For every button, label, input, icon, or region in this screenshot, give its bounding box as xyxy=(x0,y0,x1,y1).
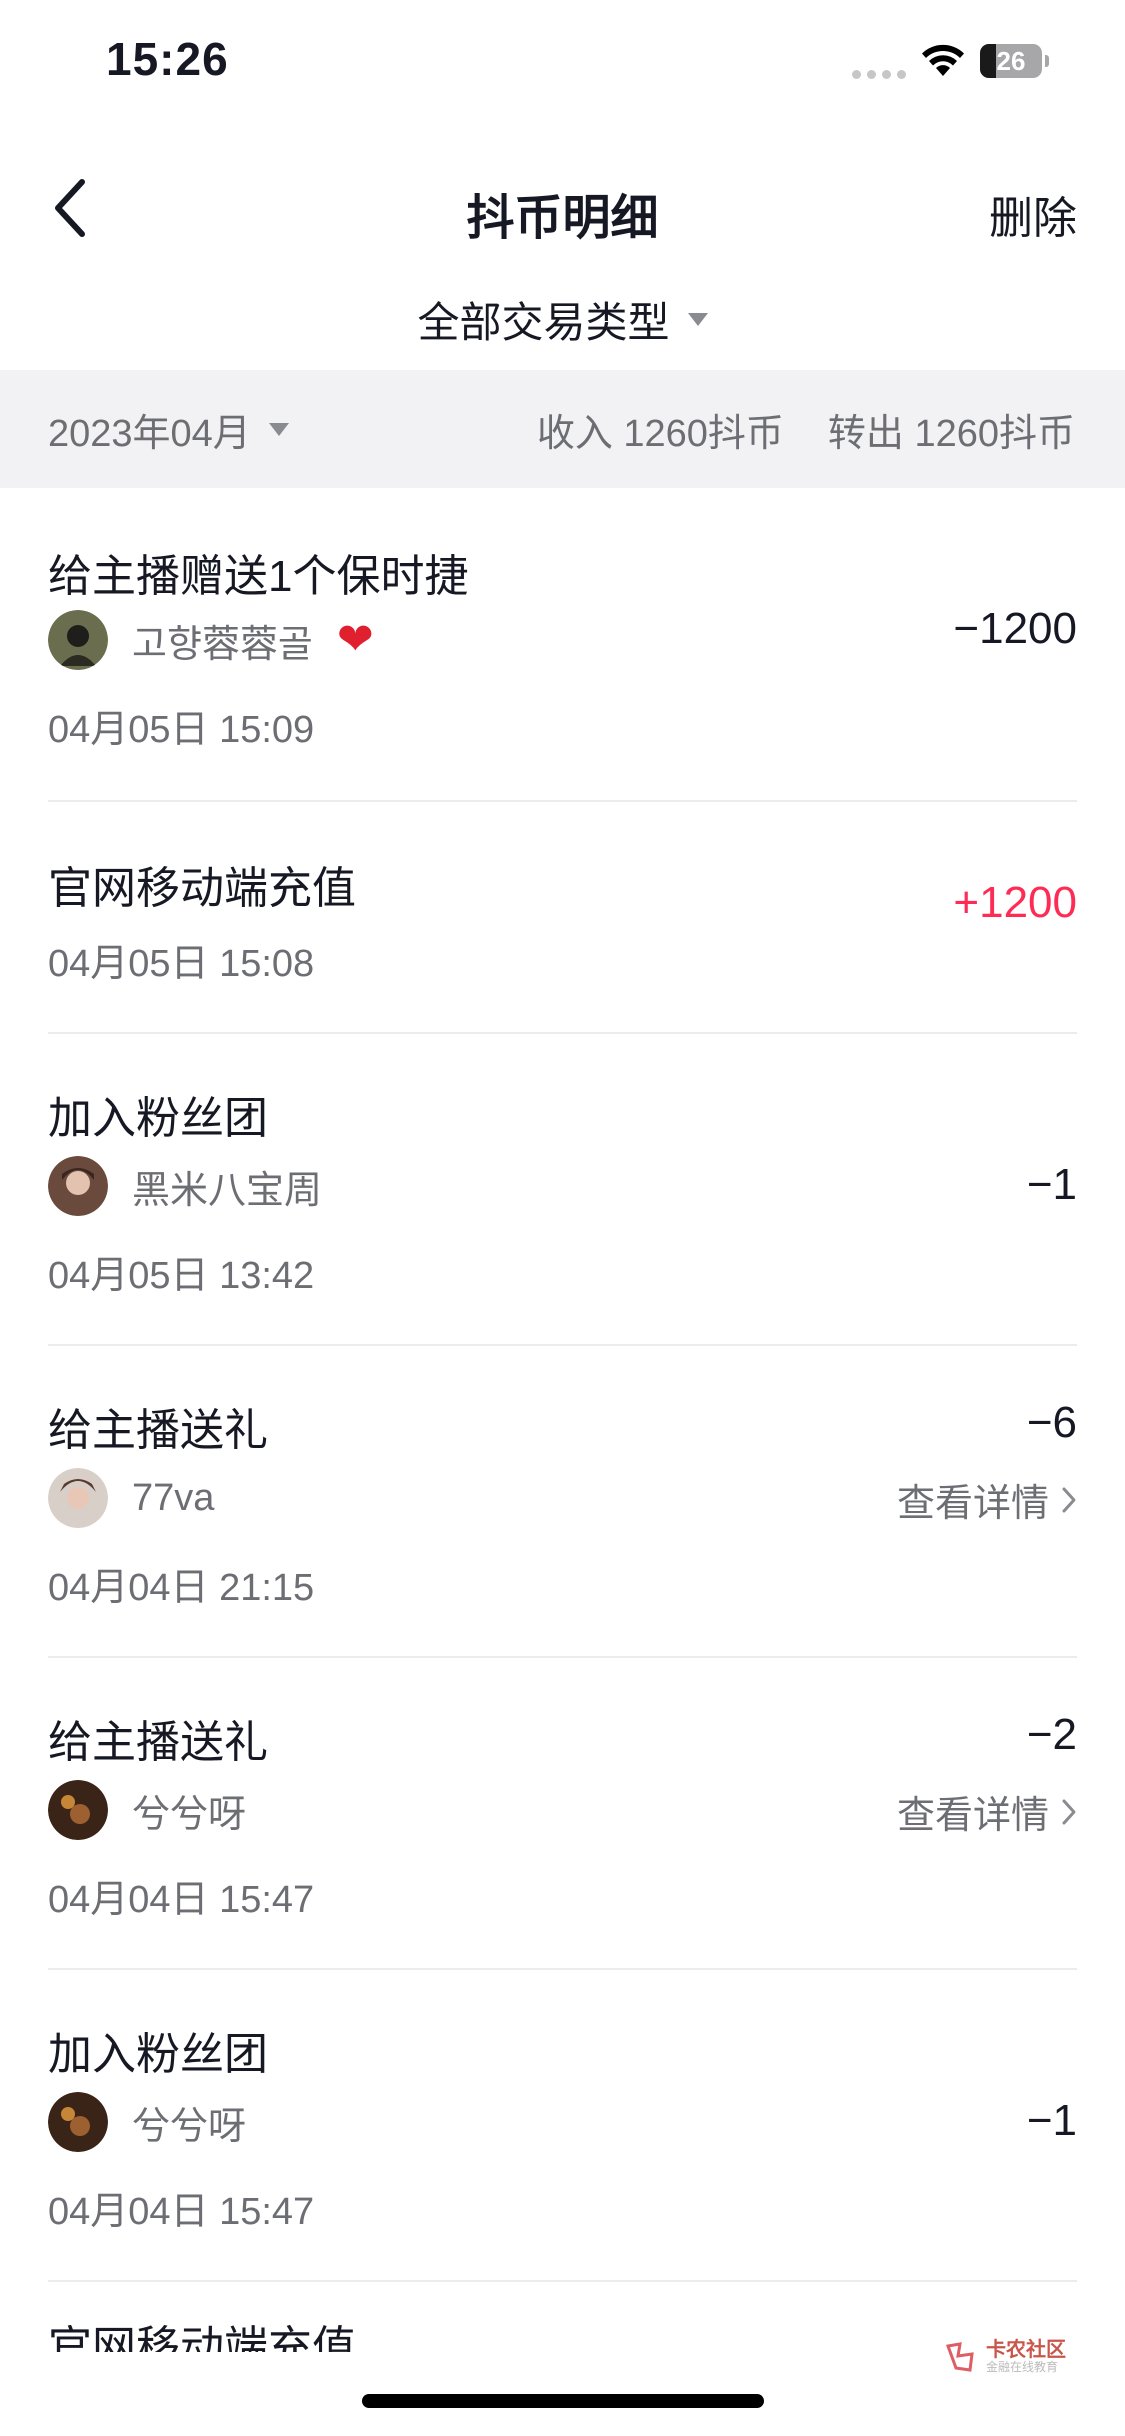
delete-button[interactable]: 删除 xyxy=(989,182,1077,246)
home-indicator[interactable] xyxy=(362,2394,764,2408)
transaction-title: 加入粉丝团 xyxy=(48,2030,268,2079)
avatar xyxy=(48,1780,108,1840)
view-details-link[interactable]: 查看详情 xyxy=(897,1784,1077,1839)
heart-icon: ❤ xyxy=(336,615,374,664)
transaction-amount: −2 xyxy=(1026,1710,1077,1759)
filter-label: 全部交易类型 xyxy=(417,298,670,346)
dropdown-arrow-icon xyxy=(687,312,708,326)
transaction-user: 兮兮呀 xyxy=(48,2092,246,2152)
wifi-icon xyxy=(922,44,964,76)
transaction-row[interactable]: 官网移动端充值 04月05日 15:08 +1200 xyxy=(48,802,1077,1034)
transaction-time: 04月05日 13:42 xyxy=(48,1255,315,1297)
avatar xyxy=(48,2092,108,2152)
avatar xyxy=(48,1156,108,1216)
transaction-user: 77va xyxy=(48,1468,214,1528)
month-label: 2023年04月 xyxy=(48,412,251,455)
month-totals: 收入 1260抖币 转出 1260抖币 xyxy=(537,370,1075,488)
outgo-total: 转出 1260抖币 xyxy=(827,412,1075,455)
month-selector[interactable]: 2023年04月 xyxy=(48,370,289,488)
view-details-label: 查看详情 xyxy=(896,1795,1049,1837)
battery-icon: 26 xyxy=(980,44,1050,78)
partial-transaction-title: 官网移动端充值 xyxy=(48,2323,356,2352)
transaction-row[interactable]: 给主播送礼 77va 04月04日 21:15 −6 查看详情 xyxy=(48,1346,1077,1658)
transaction-row[interactable]: 给主播送礼 兮兮呀 04月04日 15:47 −2 查看详情 xyxy=(48,1658,1077,1970)
chevron-right-icon xyxy=(1062,1799,1076,1824)
transaction-time: 04月04日 15:47 xyxy=(48,2191,315,2233)
avatar xyxy=(48,610,108,670)
transaction-title: 加入粉丝团 xyxy=(48,1094,268,1143)
nav-bar: 抖币明细 删除 xyxy=(0,150,1125,260)
user-name: 黑米八宝周 xyxy=(132,1169,323,1212)
transaction-title: 给主播赠送1个保时捷 xyxy=(48,552,469,601)
transaction-amount: −1 xyxy=(1026,1160,1077,1209)
transaction-list: 给主播赠送1个保时捷 고향蓉蓉골 ❤ 04月05日 15:09 −1200 官网… xyxy=(0,488,1125,2282)
dropdown-arrow-icon xyxy=(268,422,289,436)
status-bar: 15:26 26 xyxy=(0,0,1125,130)
transaction-row[interactable]: 加入粉丝团 兮兮呀 04月04日 15:47 −1 xyxy=(48,1970,1077,2282)
month-summary-bar: 2023年04月 收入 1260抖币 转出 1260抖币 xyxy=(0,370,1125,488)
transaction-user: 黑米八宝周 xyxy=(48,1156,322,1216)
watermark: 卡农社区 金融在线教育 xyxy=(944,2340,1066,2374)
battery-level: 26 xyxy=(996,46,1026,76)
page-title: 抖币明细 xyxy=(466,192,659,245)
transaction-row[interactable]: 给主播赠送1个保时捷 고향蓉蓉골 ❤ 04月05日 15:09 −1200 xyxy=(48,488,1077,802)
watermark-text: 卡农社区 xyxy=(986,2339,1066,2361)
status-time: 15:26 xyxy=(106,33,229,85)
transaction-amount: −1 xyxy=(1026,2096,1077,2145)
income-total: 收入 1260抖币 xyxy=(536,412,784,455)
transaction-amount: −6 xyxy=(1026,1398,1077,1447)
transaction-row[interactable]: 加入粉丝团 黑米八宝周 04月05日 13:42 −1 xyxy=(48,1034,1077,1346)
transaction-amount: −1200 xyxy=(953,604,1077,653)
transaction-time: 04月04日 21:15 xyxy=(48,1567,315,1609)
cellular-signal-icon xyxy=(852,70,906,79)
watermark-logo-icon xyxy=(945,2342,974,2372)
transaction-amount: +1200 xyxy=(953,878,1077,927)
transaction-title: 给主播送礼 xyxy=(48,1406,268,1455)
view-details-link[interactable]: 查看详情 xyxy=(897,1472,1077,1527)
view-details-label: 查看详情 xyxy=(896,1483,1049,1525)
transaction-time: 04月04日 15:47 xyxy=(48,1879,315,1921)
user-name: 兮兮呀 xyxy=(132,2105,247,2148)
user-name: 고향蓉蓉골 xyxy=(132,623,313,666)
transaction-title: 给主播送礼 xyxy=(48,1718,268,1767)
chevron-right-icon xyxy=(1062,1487,1076,1512)
transaction-time: 04月05日 15:08 xyxy=(48,943,315,985)
transaction-time: 04月05日 15:09 xyxy=(48,709,315,751)
user-name: 77va xyxy=(132,1476,215,1519)
transaction-type-filter[interactable]: 全部交易类型 xyxy=(0,286,1125,352)
user-name: 兮兮呀 xyxy=(132,1793,247,1836)
transaction-user: 고향蓉蓉골 ❤ xyxy=(48,610,374,670)
avatar xyxy=(48,1468,108,1528)
watermark-subtext: 金融在线教育 xyxy=(986,2360,1059,2374)
transaction-title: 官网移动端充值 xyxy=(48,864,356,913)
transaction-user: 兮兮呀 xyxy=(48,1780,246,1840)
